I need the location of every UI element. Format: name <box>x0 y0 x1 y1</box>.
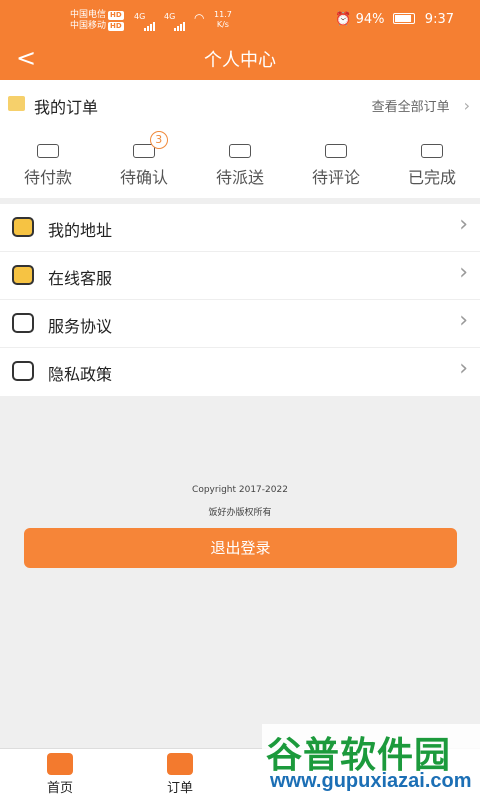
nav-orders[interactable]: 订单 <box>150 753 210 796</box>
orders-title: 我的订单 <box>34 98 99 117</box>
alarm-icon: ⏰ <box>335 12 352 27</box>
order-status-pending-review[interactable]: 待评论 <box>288 140 384 190</box>
status-label: 待付款 <box>23 168 72 187</box>
home-icon <box>47 753 73 775</box>
comment-icon <box>325 144 347 158</box>
orders-header: 我的订单 查看全部订单 › <box>0 80 480 128</box>
menu-item-privacy[interactable]: 隐私政策 › <box>0 348 480 396</box>
count-badge: 3 <box>149 131 168 149</box>
menu-label: 我的地址 <box>48 221 113 240</box>
nav-home[interactable]: 首页 <box>30 753 90 796</box>
order-status-completed[interactable]: 已完成 <box>384 140 480 190</box>
status-label: 待确认 <box>119 168 168 187</box>
signal-icon <box>144 12 156 31</box>
logout-button[interactable]: 退出登录 <box>24 528 457 568</box>
signal-icon <box>174 12 186 31</box>
battery-icon <box>392 13 415 24</box>
nav-label: 首页 <box>46 781 73 796</box>
hd-badge: HD <box>108 11 124 20</box>
chevron-right-icon: › <box>459 212 468 237</box>
top-bar: 中国电信 HD 中国移动 HD 4G 4G ◠ 11.7 K/s ⏰ 94% 9:3… <box>0 0 480 80</box>
status-label: 已完成 <box>407 168 456 187</box>
menu-label: 服务协议 <box>48 317 113 336</box>
watermark-url: www.gupuxiazai.com <box>270 770 472 792</box>
order-status-pending-confirm[interactable]: 3 待确认 <box>96 131 192 190</box>
chevron-right-icon: › <box>459 260 468 285</box>
agreement-icon <box>12 313 34 333</box>
carrier-info: 中国电信 HD 中国移动 HD <box>70 10 124 32</box>
menu-item-support[interactable]: 在线客服 › <box>0 252 480 300</box>
menu-list: 我的地址 › 在线客服 › 服务协议 › 隐私政策 › <box>0 204 480 396</box>
copyright-text: Copyright 2017-2022 <box>192 485 288 495</box>
carrier-2: 中国移动 <box>70 21 107 31</box>
nav-label: 订单 <box>166 781 193 796</box>
order-status-pending-payment[interactable]: 待付款 <box>0 140 96 190</box>
watermark: 谷普软件园 www.gupuxiazai.com <box>262 724 480 800</box>
location-icon <box>12 217 34 237</box>
chevron-right-icon: › <box>459 356 468 381</box>
rights-text: 饭好办版权所有 <box>208 508 272 518</box>
speed-value: 11.7 <box>214 10 232 19</box>
page-title: 个人中心 <box>204 50 276 71</box>
menu-item-agreement[interactable]: 服务协议 › <box>0 300 480 348</box>
status-label: 待派送 <box>215 168 264 187</box>
chevron-right-icon: › <box>463 96 470 115</box>
header: < 个人中心 <box>0 38 480 80</box>
done-icon <box>421 144 443 158</box>
order-status-pending-delivery[interactable]: 待派送 <box>192 140 288 190</box>
orders-icon <box>167 753 193 775</box>
battery-percent: 94% <box>355 12 385 27</box>
orders-clipboard-icon <box>8 96 25 111</box>
orders-card: 我的订单 查看全部订单 › 待付款 3 待确认 待派送 待评论 已完成 <box>0 80 480 198</box>
status-label: 待评论 <box>311 168 360 187</box>
carrier-1: 中国电信 <box>70 10 107 20</box>
wallet-icon <box>37 144 59 158</box>
status-bar: 中国电信 HD 中国移动 HD 4G 4G ◠ 11.7 K/s ⏰ 94% 9:3… <box>0 0 480 38</box>
speed-unit: K/s <box>216 20 229 29</box>
hd-badge: HD <box>108 22 124 31</box>
delivery-icon <box>229 144 251 158</box>
menu-item-address[interactable]: 我的地址 › <box>0 204 480 252</box>
wifi-icon: ◠ <box>194 11 205 25</box>
privacy-icon <box>12 361 34 381</box>
view-all-orders-link[interactable]: 查看全部订单 › <box>372 96 470 115</box>
network-speed: 11.7 K/s <box>214 10 232 30</box>
view-all-label: 查看全部订单 <box>371 100 450 115</box>
chevron-right-icon: › <box>459 308 468 333</box>
order-status-row: 待付款 3 待确认 待派送 待评论 已完成 <box>0 131 480 190</box>
menu-label: 在线客服 <box>48 269 113 288</box>
status-right: ⏰ 94% 9:37 <box>335 12 454 27</box>
chat-icon <box>12 265 34 285</box>
menu-label: 隐私政策 <box>48 365 113 384</box>
clock: 9:37 <box>424 12 454 27</box>
